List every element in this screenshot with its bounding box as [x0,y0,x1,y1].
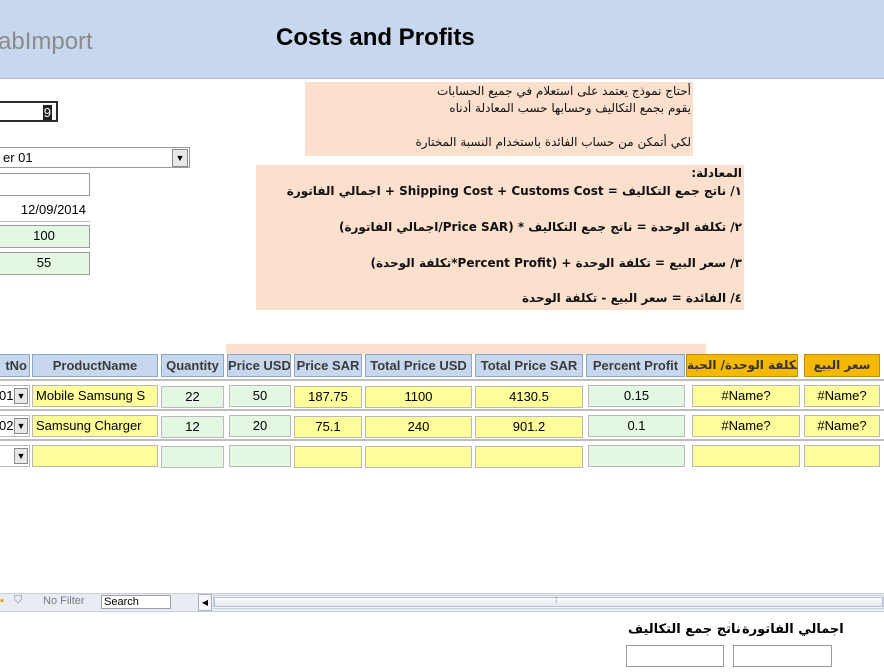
chevron-down-icon[interactable]: ▼ [14,448,28,464]
chevron-down-icon[interactable]: ▼ [14,388,28,404]
blank-field[interactable] [0,173,90,196]
col-header-price-usd[interactable]: Price USD [227,354,291,377]
unit-cost-cell[interactable]: #Name? [692,415,800,437]
equation-3: ٣/ سعر البيع = تكلفة الوحدة + (Percent P… [370,256,742,270]
form-header: abImport Costs and Profits [0,0,884,79]
col-header-total-price-sar[interactable]: Total Price SAR [475,354,583,377]
invoice-total-label: اجمالي الفاتورة [742,622,844,637]
row-separator [0,439,884,441]
percent-profit-cell[interactable]: 0.15 [588,385,685,407]
search-input[interactable]: Search [101,595,171,609]
shipping-cost-field[interactable]: 100 [0,225,90,248]
productno-value: 02 [0,418,14,433]
selling-price-cell[interactable]: #Name? [804,385,880,407]
col-header-unit-cost[interactable]: تكلفة الوحدة/ الحبة [686,354,798,377]
selling-price-cell[interactable]: #Name? [804,415,880,437]
equation-1: ١/ ناتج جمع التكاليف = Shipping Cost + C… [286,184,742,198]
equations-heading: المعادلة: [691,166,742,180]
col-header-productname[interactable]: ProductName [32,354,158,377]
quantity-cell[interactable] [161,446,224,468]
price-usd-cell[interactable] [229,445,291,467]
total-price-sar-cell[interactable]: 901.2 [475,416,583,438]
productno-combo[interactable]: ▼ [0,445,30,467]
invoice-total-field[interactable] [733,645,832,667]
total-price-sar-cell[interactable] [475,446,583,468]
search-input-text: Search [104,596,139,608]
filter-icon: ⛉ [14,594,23,606]
col-header-selling-price[interactable]: سعر البيع [804,354,880,377]
chevron-down-icon[interactable]: ▼ [14,418,28,434]
product-name-cell[interactable]: Mobile Samsung S [32,385,158,407]
id-field[interactable]: 9 [0,101,58,122]
product-name-cell[interactable]: Samsung Charger [32,415,158,437]
col-header-price-sar[interactable]: Price SAR [294,354,362,377]
row-separator [0,409,884,411]
price-usd-cell[interactable]: 20 [229,415,291,437]
costs-total-label: ناتج جمع التكاليف [628,622,741,637]
note-line-2: يقوم بجمع التكاليف وحسابها حسب المعادلة … [449,101,691,115]
customs-cost-value: 55 [36,255,52,270]
id-field-value: 9 [42,105,52,120]
col-header-total-price-usd[interactable]: Total Price USD [365,354,472,377]
total-price-sar-cell[interactable]: 4130.5 [475,386,583,408]
total-price-usd-cell[interactable]: 1100 [365,386,472,408]
price-sar-cell[interactable]: 187.75 [294,386,362,408]
row-separator [0,379,884,381]
note-line-4: لكي أتمكن من حساب الفائدة باستخدام النسب… [415,135,691,149]
customs-cost-field[interactable]: 55 [0,252,90,275]
app-title: abImport [0,28,93,55]
supplier-combo[interactable]: er 01 ▼ [0,147,190,168]
quantity-cell[interactable]: 12 [161,416,224,438]
scroll-left-icon[interactable]: ◀ [198,594,212,611]
equations-note: المعادلة: ١/ ناتج جمع التكاليف = Shippin… [256,165,744,310]
record-navigation-bar: ▪ ⛉ No Filter Search ◀ ⁞ [0,593,884,612]
supplier-combo-value: er 01 [3,150,33,165]
selling-price-cell[interactable] [804,445,880,467]
costs-total-field[interactable] [626,645,724,667]
date-field[interactable]: 12/09/2014 [0,200,90,222]
price-sar-cell[interactable]: 75.1 [294,416,362,438]
chevron-down-icon[interactable]: ▼ [172,149,188,167]
new-record-icon[interactable]: ▪ [0,595,4,607]
col-header-quantity[interactable]: Quantity [161,354,224,377]
productno-value: 01 [0,388,14,403]
percent-profit-cell[interactable]: 0.1 [588,415,685,437]
shipping-cost-value: 100 [33,228,55,243]
grip-icon: ⁞ [555,595,558,605]
note-strip [226,344,706,354]
total-price-usd-cell[interactable]: 240 [365,416,472,438]
no-filter-button[interactable]: No Filter [43,595,85,607]
note-line-1: أحتاج نموذج يعتمد على استعلام في جميع ال… [436,84,691,98]
productno-combo[interactable]: 02 ▼ [0,415,30,437]
price-usd-cell[interactable]: 50 [229,385,291,407]
product-name-cell[interactable] [32,445,158,467]
percent-profit-cell[interactable] [588,445,685,467]
date-field-value: 12/09/2014 [20,202,86,217]
note-line-3 [305,117,691,134]
unit-cost-cell[interactable]: #Name? [692,385,800,407]
col-header-percent-profit[interactable]: Percent Profit [586,354,685,377]
page-title: Costs and Profits [276,24,475,51]
unit-cost-cell[interactable] [692,445,800,467]
quantity-cell[interactable]: 22 [161,386,224,408]
requirements-note: أحتاج نموذج يعتمد على استعلام في جميع ال… [305,82,693,156]
scrollbar-thumb[interactable]: ⁞ [214,595,883,607]
price-sar-cell[interactable] [294,446,362,468]
col-header-no[interactable]: tNo [0,354,30,377]
equation-4: ٤/ الفائدة = سعر البيع - تكلفة الوحدة [521,291,742,305]
total-price-usd-cell[interactable] [365,446,472,468]
horizontal-scrollbar[interactable]: ⁞ [213,595,884,609]
equation-2: ٢/ تكلفة الوحدة = ناتج جمع التكاليف * (P… [338,220,742,234]
productno-combo[interactable]: 01 ▼ [0,385,30,407]
